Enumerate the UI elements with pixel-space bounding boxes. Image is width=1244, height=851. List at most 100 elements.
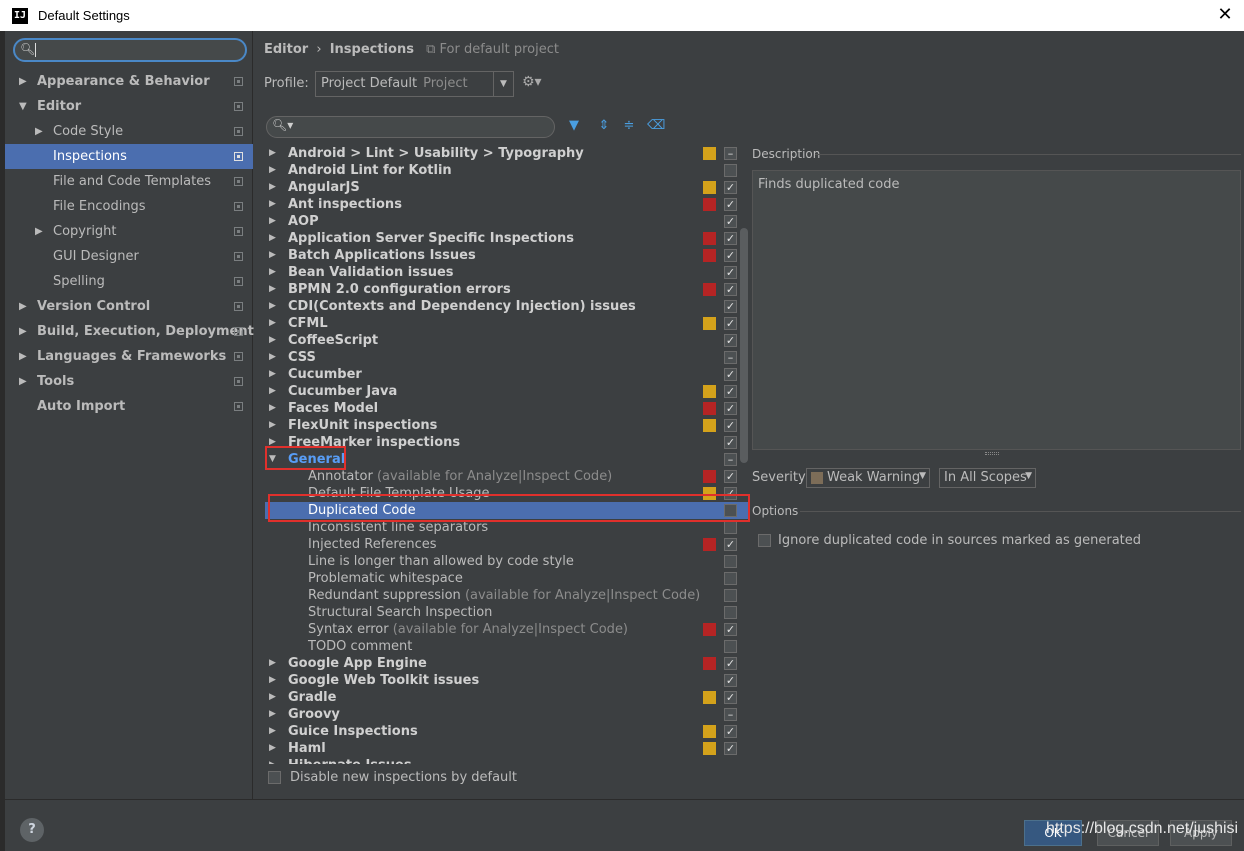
- sidebar-item[interactable]: ▶ Appearance & Behavior: [5, 69, 253, 94]
- inspection-row[interactable]: ▶ CoffeeScript ✓: [265, 332, 750, 349]
- severity-select[interactable]: Weak Warning ▼: [806, 468, 930, 488]
- collapse-arrow-icon[interactable]: ▶: [269, 196, 276, 213]
- sidebar-item[interactable]: ▶ Version Control: [5, 294, 253, 319]
- inspection-row[interactable]: ▶ Faces Model ✓: [265, 400, 750, 417]
- collapse-arrow-icon[interactable]: ▶: [269, 230, 276, 247]
- inspection-checkbox[interactable]: [724, 606, 737, 619]
- inspection-row[interactable]: ▶ Gradle ✓: [265, 689, 750, 706]
- collapse-arrow-icon[interactable]: ▶: [269, 213, 276, 230]
- collapse-arrow-icon[interactable]: ▶: [269, 366, 276, 383]
- inspection-checkbox[interactable]: ✓: [724, 657, 737, 670]
- inspection-checkbox[interactable]: ✓: [724, 725, 737, 738]
- expand-all-icon[interactable]: ⇕: [596, 118, 612, 134]
- sidebar-item[interactable]: File and Code Templates: [5, 169, 253, 194]
- collapse-arrow-icon[interactable]: ▶: [269, 298, 276, 315]
- inspection-row[interactable]: Redundant suppression (available for Ana…: [265, 587, 750, 604]
- collapse-arrow-icon[interactable]: ▶: [269, 264, 276, 281]
- collapse-arrow-icon[interactable]: ▶: [269, 162, 276, 179]
- inspection-row[interactable]: ▶ Groovy –: [265, 706, 750, 723]
- breadcrumb-editor[interactable]: Editor: [264, 42, 308, 57]
- inspection-checkbox[interactable]: [724, 640, 737, 653]
- inspection-filter-input[interactable]: 🔍︎▾: [266, 116, 555, 138]
- inspection-row[interactable]: ▶ BPMN 2.0 configuration errors ✓: [265, 281, 750, 298]
- inspection-row[interactable]: ▶ FlexUnit inspections ✓: [265, 417, 750, 434]
- collapse-arrow-icon[interactable]: ▶: [269, 706, 276, 723]
- resize-grip[interactable]: [985, 452, 999, 455]
- collapse-arrow-icon[interactable]: ▶: [269, 757, 276, 764]
- collapse-arrow-icon[interactable]: ▶: [269, 689, 276, 706]
- inspection-checkbox[interactable]: –: [724, 351, 737, 364]
- inspection-checkbox[interactable]: ✓: [724, 317, 737, 330]
- inspection-row[interactable]: Problematic whitespace: [265, 570, 750, 587]
- collapse-all-icon[interactable]: ≑: [621, 118, 637, 134]
- collapse-arrow-icon[interactable]: ▶: [35, 119, 47, 144]
- sidebar-item[interactable]: File Encodings: [5, 194, 253, 219]
- sidebar-item[interactable]: GUI Designer: [5, 244, 253, 269]
- sidebar-item[interactable]: ▶ Tools: [5, 369, 253, 394]
- collapse-arrow-icon[interactable]: ▶: [269, 315, 276, 332]
- inspection-row[interactable]: ▶ Bean Validation issues ✓: [265, 264, 750, 281]
- collapse-arrow-icon[interactable]: ▶: [269, 723, 276, 740]
- filter-icon[interactable]: ▼: [566, 118, 582, 134]
- inspection-checkbox[interactable]: ✓: [724, 249, 737, 262]
- collapse-arrow-icon[interactable]: ▶: [269, 655, 276, 672]
- ignore-generated-checkbox[interactable]: [758, 534, 771, 547]
- collapse-arrow-icon[interactable]: ▶: [269, 740, 276, 757]
- collapse-arrow-icon[interactable]: ▶: [269, 247, 276, 264]
- inspection-checkbox[interactable]: ✓: [724, 334, 737, 347]
- inspection-row[interactable]: ▶ Google App Engine ✓: [265, 655, 750, 672]
- sidebar-item[interactable]: ▶ Code Style: [5, 119, 253, 144]
- inspection-checkbox[interactable]: [724, 589, 737, 602]
- inspection-checkbox[interactable]: ✓: [724, 436, 737, 449]
- collapse-arrow-icon[interactable]: ▶: [19, 69, 31, 94]
- inspection-row[interactable]: ▶ CDI(Contexts and Dependency Injection) …: [265, 298, 750, 315]
- collapse-arrow-icon[interactable]: ▶: [19, 344, 31, 369]
- sidebar-item[interactable]: ▶ Build, Execution, Deployment: [5, 319, 254, 344]
- inspection-row[interactable]: ▶ Android > Lint > Usability > Typography…: [265, 145, 750, 162]
- inspection-row[interactable]: Line is longer than allowed by code styl…: [265, 553, 750, 570]
- inspection-checkbox[interactable]: –: [724, 708, 737, 721]
- scope-select[interactable]: In All Scopes ▼: [939, 468, 1036, 488]
- close-icon[interactable]: ✕: [1214, 4, 1236, 26]
- reset-icon[interactable]: ⌫: [647, 118, 665, 134]
- collapse-arrow-icon[interactable]: ▶: [269, 281, 276, 298]
- sidebar-item[interactable]: Auto Import: [5, 394, 253, 419]
- inspection-row[interactable]: ▶ Hibernate Issues: [265, 757, 750, 764]
- inspection-row[interactable]: ▶ Ant inspections ✓: [265, 196, 750, 213]
- collapse-arrow-icon[interactable]: ▶: [269, 672, 276, 689]
- inspection-checkbox[interactable]: ✓: [724, 232, 737, 245]
- inspection-checkbox[interactable]: ✓: [724, 623, 737, 636]
- inspection-checkbox[interactable]: [724, 555, 737, 568]
- sidebar-item[interactable]: ▶ Languages & Frameworks: [5, 344, 253, 369]
- inspection-checkbox[interactable]: ✓: [724, 470, 737, 483]
- inspection-checkbox[interactable]: –: [724, 453, 737, 466]
- inspection-row[interactable]: ▶ CSS –: [265, 349, 750, 366]
- inspection-row[interactable]: Syntax error (available for Analyze|Insp…: [265, 621, 750, 638]
- sidebar-item[interactable]: ▼ Editor: [5, 94, 253, 119]
- collapse-arrow-icon[interactable]: ▶: [269, 417, 276, 434]
- inspection-checkbox[interactable]: ✓: [724, 538, 737, 551]
- inspection-row[interactable]: ▶ Batch Applications Issues ✓: [265, 247, 750, 264]
- inspection-row[interactable]: ▶ CFML ✓: [265, 315, 750, 332]
- inspection-checkbox[interactable]: ✓: [724, 283, 737, 296]
- disable-new-checkbox[interactable]: [268, 771, 281, 784]
- inspection-row[interactable]: ▶ AOP ✓: [265, 213, 750, 230]
- inspection-checkbox[interactable]: ✓: [724, 674, 737, 687]
- collapse-arrow-icon[interactable]: ▶: [35, 219, 47, 244]
- inspection-row[interactable]: ▶ Google Web Toolkit issues ✓: [265, 672, 750, 689]
- inspection-checkbox[interactable]: ✓: [724, 385, 737, 398]
- inspection-checkbox[interactable]: ✓: [724, 368, 737, 381]
- collapse-arrow-icon[interactable]: ▶: [19, 319, 31, 344]
- gear-icon[interactable]: ⚙▾: [522, 74, 542, 90]
- inspection-row[interactable]: ▶ Cucumber Java ✓: [265, 383, 750, 400]
- expand-arrow-icon[interactable]: ▼: [19, 94, 31, 119]
- inspection-checkbox[interactable]: ✓: [724, 402, 737, 415]
- inspection-row[interactable]: ▶ Haml ✓: [265, 740, 750, 757]
- sidebar-item[interactable]: ▶ Copyright: [5, 219, 253, 244]
- inspection-checkbox[interactable]: ✓: [724, 300, 737, 313]
- sidebar-item[interactable]: Spelling: [5, 269, 253, 294]
- inspection-row[interactable]: TODO comment: [265, 638, 750, 655]
- inspection-row[interactable]: Injected References ✓: [265, 536, 750, 553]
- collapse-arrow-icon[interactable]: ▶: [19, 294, 31, 319]
- inspection-checkbox[interactable]: ✓: [724, 181, 737, 194]
